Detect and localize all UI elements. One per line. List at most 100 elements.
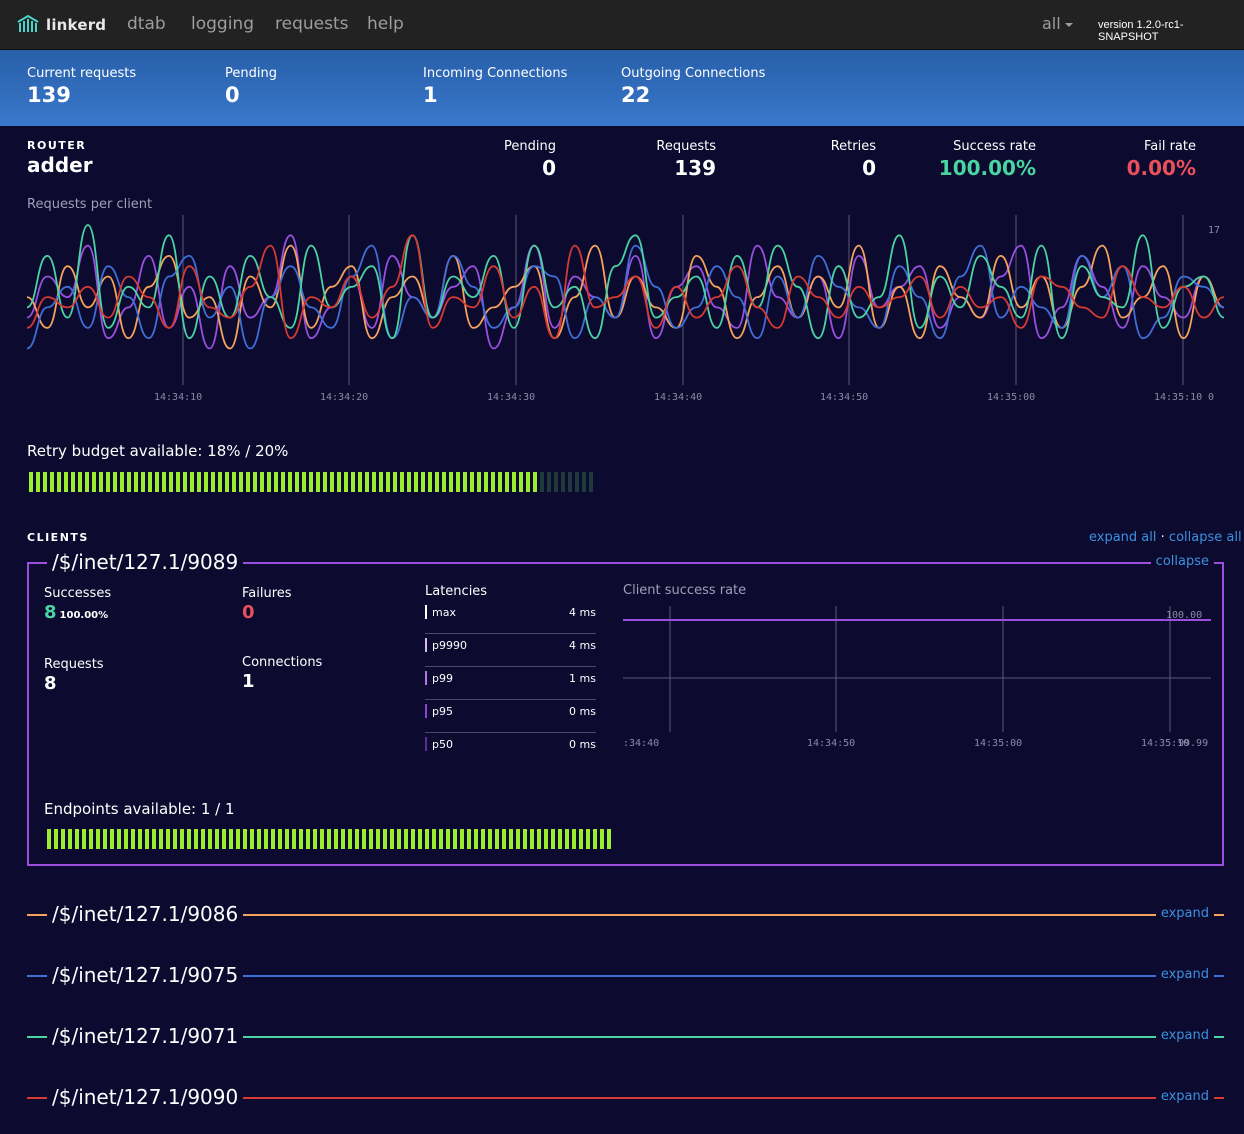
bar-segment [358,472,362,492]
bar-segment [302,472,306,492]
bar-segment [215,829,219,849]
summary-value: 139 [27,83,71,107]
summary-incoming-connections: Incoming Connections 1 [423,66,567,107]
bar-segment [386,472,390,492]
collapse-client-link[interactable]: collapse [1150,554,1214,569]
bar-segment [260,472,264,492]
router-stat-fail-rate: Fail rate 0.00% [1106,139,1196,180]
bar-segment [369,829,373,849]
bar-segment [516,829,520,849]
bar-segment [257,829,261,849]
bar-segment [582,472,586,492]
bar-segment [372,472,376,492]
expand-client-link[interactable]: expand [1155,906,1214,921]
collapse-all-link[interactable]: collapse all [1169,530,1242,545]
nav-link-requests[interactable]: requests [275,14,348,34]
client-row-collapsed: /$/inet/127.1/9086 expand [27,902,1224,928]
bar-segment [173,829,177,849]
bar-segment [281,472,285,492]
latency-name: max [432,606,456,619]
bar-segment [50,472,54,492]
bar-segment [208,829,212,849]
bar-segment [71,472,75,492]
bar-segment [383,829,387,849]
client-name[interactable]: /$/inet/127.1/9089 [47,550,244,574]
bar-segment [435,472,439,492]
successes-label: Successes [44,586,112,601]
router-name: adder [27,153,93,177]
bar-segment [544,829,548,849]
latency-value: 1 ms [569,672,596,685]
bar-segment [82,829,86,849]
bar-segment [138,829,142,849]
bar-segment [491,472,495,492]
bar-segment [120,472,124,492]
bar-segment [250,829,254,849]
bar-segment [299,829,303,849]
summary-outgoing-connections: Outgoing Connections 22 [621,66,765,107]
client-success-rate-title: Client success rate [623,583,747,598]
bar-segment [488,829,492,849]
router-select-dropdown[interactable]: all [1042,14,1073,33]
expand-all-link[interactable]: expand all [1089,530,1157,545]
bar-segment [400,472,404,492]
client-name[interactable]: /$/inet/127.1/9090 [47,1085,244,1109]
x-tick-label: 14:34:40 [654,392,702,403]
summary-label: Outgoing Connections [621,66,766,81]
bar-segment [467,829,471,849]
bar-segment [432,829,436,849]
bar-segment [190,472,194,492]
bar-segment [439,829,443,849]
bar-segment [505,472,509,492]
bar-segment [477,472,481,492]
bar-segment [397,829,401,849]
client-success-rate-chart: :34:40 14:34:50 14:35:00 14:35:10100.0099.9… [623,606,1211,749]
bar-segment [558,829,562,849]
bar-segment [572,829,576,849]
bar-segment [561,472,565,492]
bar-segment [68,829,72,849]
bar-segment [204,472,208,492]
x-tick-label: :34:40 [623,738,659,749]
bar-segment [393,472,397,492]
top-nav: linkerd dtab logging requests help all v… [0,0,1244,50]
bar-segment [547,472,551,492]
client-name[interactable]: /$/inet/127.1/9086 [47,902,244,926]
series-line [27,244,1224,350]
bar-segment [418,829,422,849]
router-stat-success-rate: Success rate 100.00% [936,139,1036,180]
bar-segment [124,829,128,849]
latency-name: p95 [432,705,453,718]
client-name[interactable]: /$/inet/127.1/9071 [47,1024,244,1048]
nav-link-help[interactable]: help [367,14,404,34]
latency-value: 4 ms [569,639,596,652]
client-header: /$/inet/127.1/9089 collapse [27,550,1224,576]
bar-segment [96,829,100,849]
bar-segment [306,829,310,849]
brand[interactable]: linkerd [16,12,106,38]
client-row-collapsed: /$/inet/127.1/9075 expand [27,963,1224,989]
bar-segment [316,472,320,492]
bar-segment [295,472,299,492]
expand-client-link[interactable]: expand [1155,1028,1214,1043]
nav-link-dtab[interactable]: dtab [127,14,166,34]
bar-segment [285,829,289,849]
caret-down-icon [1064,22,1073,27]
bar-segment [246,472,250,492]
bar-segment [355,829,359,849]
latency-value: 4 ms [569,606,596,619]
nav-link-logging[interactable]: logging [191,14,254,34]
bar-segment [530,829,534,849]
client-name[interactable]: /$/inet/127.1/9075 [47,963,244,987]
expand-client-link[interactable]: expand [1155,1089,1214,1104]
bar-segment [498,472,502,492]
bar-segment [292,829,296,849]
bar-segment [166,829,170,849]
bar-segment [533,472,537,492]
expand-client-link[interactable]: expand [1155,967,1214,982]
summary-label: Incoming Connections [423,66,568,81]
bar-segment [481,829,485,849]
summary-label: Pending [225,66,277,81]
failures-label: Failures [242,586,292,601]
bar-segment [337,472,341,492]
